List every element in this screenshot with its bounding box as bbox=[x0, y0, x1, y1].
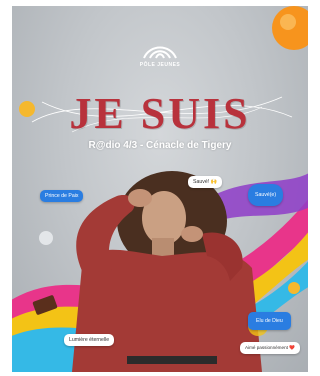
pole-jeunes-logo-icon bbox=[143, 46, 177, 59]
bubble-aime-passionnement: Aimé passionnément ❤️ bbox=[240, 342, 300, 354]
headline: JE SUIS bbox=[69, 89, 251, 138]
bubble-sauver: Sauvé! 🙌 bbox=[188, 176, 223, 188]
bubble-blue-top-right: Sauvé(e) bbox=[248, 184, 284, 206]
bubble-elu-de-dieu: Elu de Dieu bbox=[248, 312, 291, 330]
subtitle: R@dio 4/3 - Cénacle de Tigery bbox=[88, 140, 232, 151]
organization-label: PÔLE JEUNES bbox=[139, 62, 181, 68]
bubble-prince-de-paix: Prince de Paix bbox=[40, 190, 84, 202]
bubble-lumiere-eternelle: Lumière éternelle bbox=[64, 334, 115, 346]
poster: PÔLE JEUNES JE SUIS R@dio 4/3 - Cénacle … bbox=[12, 6, 308, 372]
